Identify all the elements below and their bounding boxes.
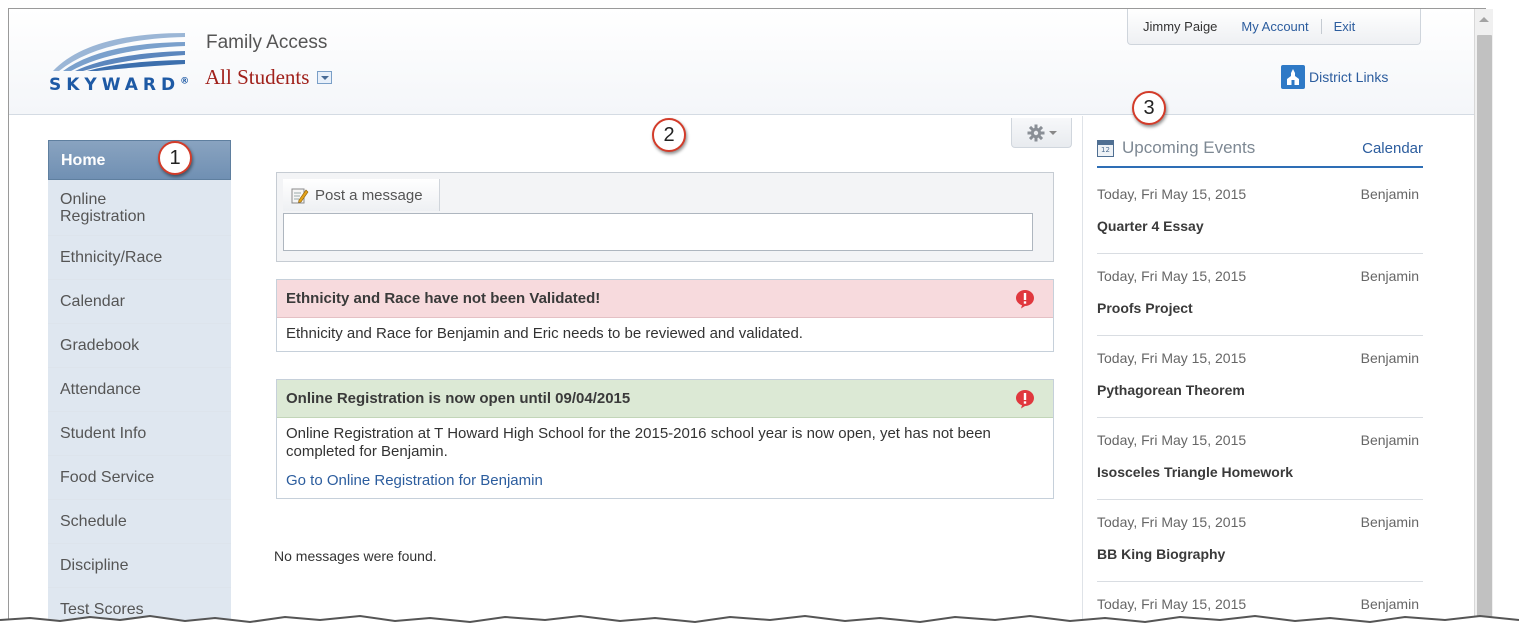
- event-date: Today, Fri May 15, 2015: [1097, 268, 1247, 284]
- building-icon: [1281, 65, 1305, 89]
- logo-text: SKYWARD: [49, 75, 181, 95]
- messages-panel: Post a message Ethnicity and Race have n…: [248, 116, 1082, 636]
- registration-alert-content: Online Registration at T Howard High Sch…: [277, 418, 1053, 498]
- event-item: Today, Fri May 15, 2015 Benjamin Pythagor…: [1097, 336, 1423, 418]
- registration-alert: Online Registration is now open until 09…: [276, 379, 1054, 499]
- exclamation-icon: [1016, 390, 1034, 409]
- scrollbar-thumb[interactable]: [1477, 35, 1492, 637]
- event-item: Today, Fri May 15, 2015 Benjamin Isoscele…: [1097, 418, 1423, 500]
- registration-alert-body: Online Registration at T Howard High Sch…: [286, 425, 991, 460]
- sidebar-item-online-registration[interactable]: Online Registration: [48, 180, 231, 236]
- sidebar-item-label: Gradebook: [60, 337, 140, 354]
- sidebar-nav: Home Online Registration Ethnicity/Race …: [48, 140, 231, 632]
- callout-3: 3: [1132, 91, 1166, 125]
- sidebar-item-label: Online Registration: [60, 190, 146, 225]
- calendar-icon-text: 12: [1101, 146, 1110, 154]
- upcoming-events-header: 12 Upcoming Events Calendar: [1097, 138, 1423, 168]
- event-title[interactable]: Pythagorean Theorem: [1097, 382, 1423, 398]
- sidebar-item-food-service[interactable]: Food Service: [48, 456, 231, 500]
- event-student: Benjamin: [1360, 596, 1419, 612]
- event-date: Today, Fri May 15, 2015: [1097, 432, 1247, 448]
- district-links-button[interactable]: District Links: [1281, 65, 1388, 89]
- ethnicity-alert-body: Ethnicity and Race for Benjamin and Eric…: [286, 325, 803, 342]
- calendar-link[interactable]: Calendar: [1362, 140, 1423, 157]
- skyward-logo[interactable]: SKYWARD®: [49, 27, 199, 97]
- sidebar-item-label: Ethnicity/Race: [60, 249, 163, 266]
- registration-alert-header: Online Registration is now open until 09…: [277, 380, 1053, 418]
- logo-swoosh-icon: [53, 33, 185, 71]
- sidebar-item-label: Discipline: [60, 557, 129, 574]
- sidebar-item-label: Student Info: [60, 425, 147, 442]
- event-student: Benjamin: [1360, 350, 1419, 366]
- event-student: Benjamin: [1360, 186, 1419, 202]
- no-messages-text: No messages were found.: [274, 548, 437, 564]
- exit-link[interactable]: Exit: [1320, 19, 1368, 34]
- student-selector[interactable]: All Students: [205, 65, 333, 90]
- ethnicity-alert-header: Ethnicity and Race have not been Validat…: [277, 280, 1053, 318]
- sidebar-item-label: Calendar: [60, 293, 125, 310]
- calendar-icon: 12: [1097, 140, 1114, 157]
- exclamation-icon: [1016, 290, 1034, 309]
- sidebar-item-label: Home: [61, 151, 106, 169]
- post-message-box: Post a message: [276, 172, 1054, 262]
- pencil-note-icon: [291, 188, 309, 204]
- settings-menu-button[interactable]: [1011, 118, 1072, 148]
- event-date: Today, Fri May 15, 2015: [1097, 596, 1247, 612]
- chevron-down-icon[interactable]: [317, 71, 333, 84]
- event-item: Today, Fri May 15, 2015 Benjamin BB King …: [1097, 500, 1423, 582]
- post-message-input[interactable]: [283, 213, 1033, 251]
- callout-2: 2: [652, 118, 686, 152]
- registration-alert-title: Online Registration is now open until 09…: [286, 390, 631, 407]
- student-selector-value[interactable]: All Students: [205, 65, 309, 90]
- page-header: SKYWARD® Family Access All Students Jimm…: [9, 9, 1485, 115]
- event-date: Today, Fri May 15, 2015: [1097, 186, 1247, 202]
- product-name: Family Access: [206, 32, 328, 53]
- event-item: Today, Fri May 15, 2015 Benjamin Quarter …: [1097, 172, 1423, 254]
- sidebar-item-schedule[interactable]: Schedule: [48, 500, 231, 544]
- sidebar-item-attendance[interactable]: Attendance: [48, 368, 231, 412]
- my-account-link[interactable]: My Account: [1229, 19, 1320, 34]
- sidebar-item-home[interactable]: Home: [48, 140, 231, 180]
- callout-1: 1: [158, 141, 192, 175]
- sidebar-item-student-info[interactable]: Student Info: [48, 412, 231, 456]
- ethnicity-alert: Ethnicity and Race have not been Validat…: [276, 279, 1054, 352]
- sidebar-item-label: Schedule: [60, 513, 127, 530]
- event-date: Today, Fri May 15, 2015: [1097, 514, 1247, 530]
- upcoming-events-title: Upcoming Events: [1122, 138, 1256, 157]
- event-item: Today, Fri May 15, 2015 Benjamin Proofs P…: [1097, 254, 1423, 336]
- event-title[interactable]: Proofs Project: [1097, 300, 1423, 316]
- sidebar-item-gradebook[interactable]: Gradebook: [48, 324, 231, 368]
- sidebar-item-discipline[interactable]: Discipline: [48, 544, 231, 588]
- torn-edge-decoration: [0, 614, 1519, 637]
- upcoming-events-panel: 12 Upcoming Events Calendar Today, Fri M…: [1082, 116, 1432, 636]
- ethnicity-alert-title: Ethnicity and Race have not been Validat…: [286, 290, 601, 307]
- sidebar-item-label: Food Service: [60, 469, 155, 486]
- event-title[interactable]: BB King Biography: [1097, 546, 1423, 562]
- event-title[interactable]: Quarter 4 Essay: [1097, 218, 1423, 234]
- event-student: Benjamin: [1360, 432, 1419, 448]
- vertical-scrollbar[interactable]: [1474, 9, 1493, 637]
- event-date: Today, Fri May 15, 2015: [1097, 350, 1247, 366]
- sidebar-item-ethnicity-race[interactable]: Ethnicity/Race: [48, 236, 231, 280]
- district-links-label[interactable]: District Links: [1309, 69, 1388, 85]
- sidebar-item-calendar[interactable]: Calendar: [48, 280, 231, 324]
- event-title[interactable]: Isosceles Triangle Homework: [1097, 464, 1423, 480]
- events-list: Today, Fri May 15, 2015 Benjamin Quarter …: [1097, 172, 1423, 636]
- event-student: Benjamin: [1360, 514, 1419, 530]
- logo-registered-mark: ®: [180, 76, 190, 87]
- sidebar-item-label: Attendance: [60, 381, 141, 398]
- scroll-up-icon[interactable]: [1479, 17, 1489, 22]
- event-student: Benjamin: [1360, 268, 1419, 284]
- browser-frame: SKYWARD® Family Access All Students Jimm…: [8, 8, 1486, 637]
- gear-icon: [1027, 124, 1044, 141]
- account-bar: Jimmy Paige My Account Exit: [1127, 9, 1421, 45]
- post-message-tab[interactable]: Post a message: [283, 179, 440, 211]
- post-message-tab-label: Post a message: [315, 186, 423, 204]
- online-registration-link[interactable]: Go to Online Registration for Benjamin: [286, 472, 1044, 490]
- user-name: Jimmy Paige: [1143, 19, 1218, 34]
- caret-down-icon: [1048, 130, 1057, 135]
